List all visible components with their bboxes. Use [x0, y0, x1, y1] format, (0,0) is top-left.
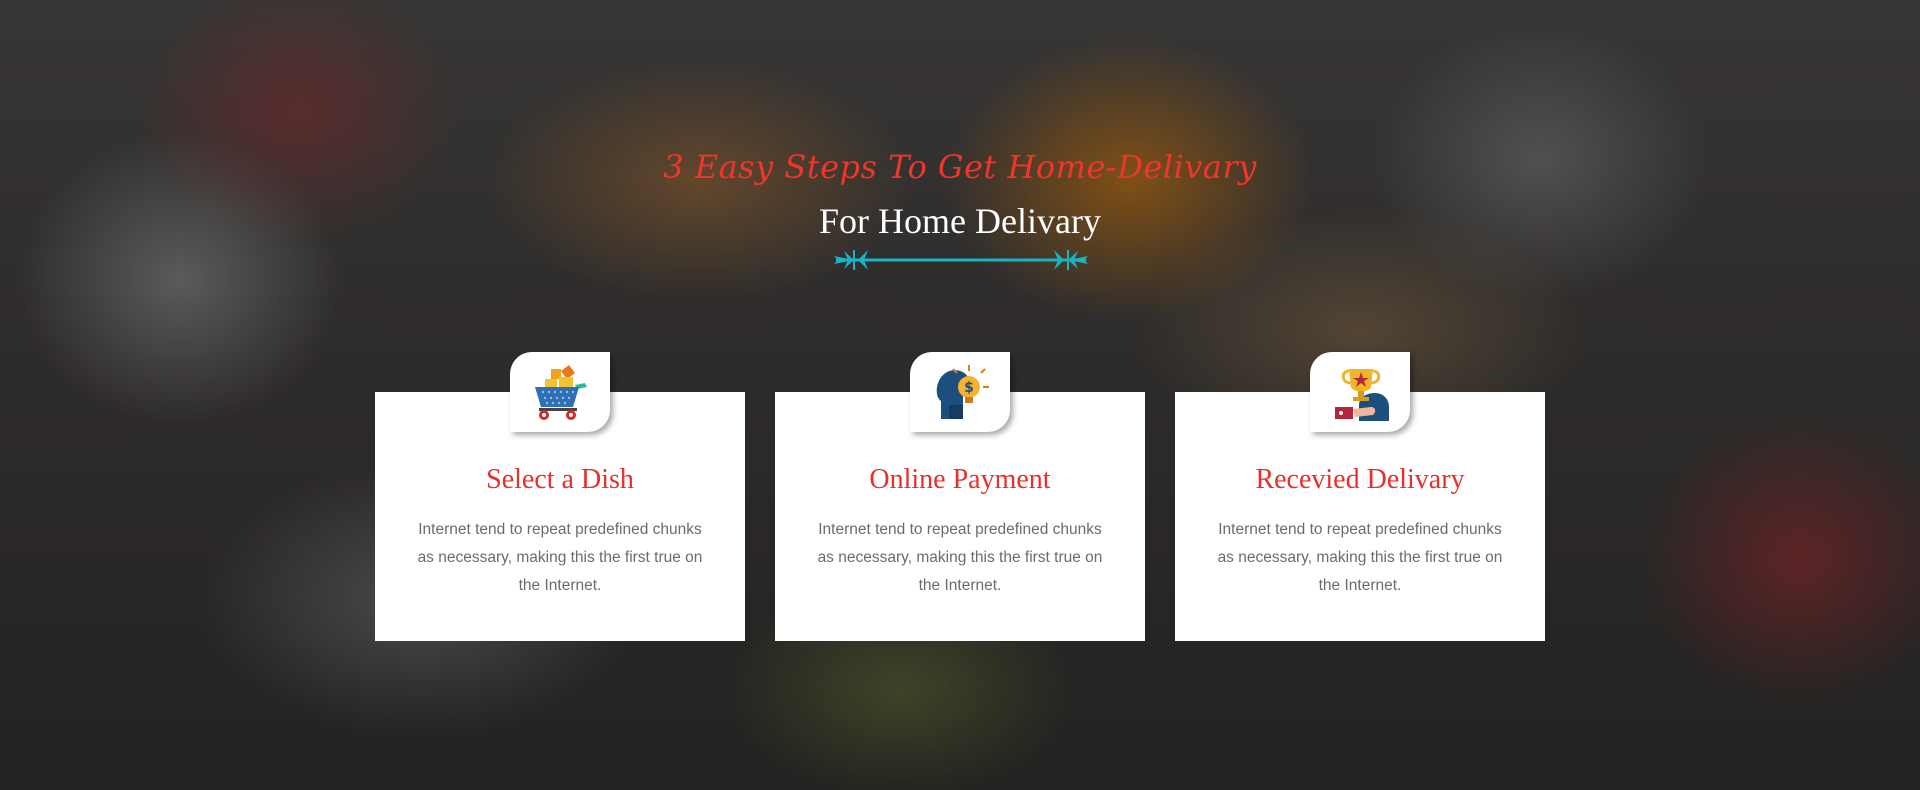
- steps-row: Select a Dish Internet tend to repeat pr…: [375, 352, 1545, 642]
- step-card-online-payment: $ Online Payment Internet tend to repeat…: [775, 352, 1145, 641]
- step-description: Internet tend to repeat predefined chunk…: [417, 521, 703, 594]
- step-icon-box: $: [910, 352, 1010, 432]
- section-subtitle: 3 Easy Steps To Get Home-Delivary: [663, 148, 1257, 186]
- idea-payment-icon: $: [936, 365, 989, 419]
- step-card-select-dish: Select a Dish Internet tend to repeat pr…: [375, 352, 745, 641]
- step-description: Internet tend to repeat predefined chunk…: [817, 521, 1103, 594]
- step-icon-box: [510, 352, 610, 432]
- title-divider-ornament: [834, 250, 1088, 270]
- shopping-cart-icon: [535, 365, 587, 420]
- step-title: Online Payment: [869, 464, 1051, 495]
- trophy-award-icon: [1335, 369, 1389, 421]
- svg-text:$: $: [964, 380, 974, 396]
- step-description: Internet tend to repeat predefined chunk…: [1217, 521, 1503, 594]
- step-card-received-delivery: Recevied Delivary Internet tend to repea…: [1175, 352, 1545, 641]
- step-title: Select a Dish: [486, 464, 634, 495]
- step-title: Recevied Delivary: [1255, 464, 1465, 495]
- step-icon-box: [1310, 352, 1410, 432]
- section-title: For Home Delivary: [819, 201, 1101, 241]
